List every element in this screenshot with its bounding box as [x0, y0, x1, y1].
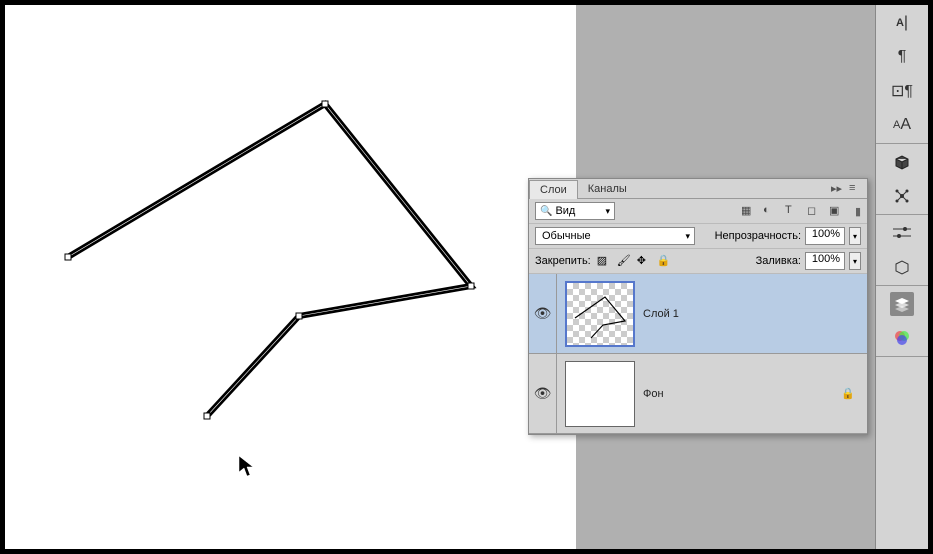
3d-panel-icon[interactable] [890, 150, 914, 174]
opacity-label: Непрозрачность: [715, 230, 801, 242]
channels-panel-icon[interactable] [890, 326, 914, 350]
adjustments-panel-icon[interactable] [890, 255, 914, 279]
layer-name[interactable]: Фон [643, 388, 841, 400]
canvas[interactable] [5, 5, 576, 549]
layer-thumbnail[interactable] [565, 281, 635, 347]
lock-label: Закрепить: [535, 255, 591, 267]
layers-panel-icon[interactable] [890, 292, 914, 316]
opacity-input[interactable]: 100% [805, 227, 845, 245]
blend-mode-value: Обычные [542, 230, 591, 242]
tab-channels[interactable]: Каналы [578, 180, 637, 198]
filter-pixel-icon[interactable]: ▦ [741, 204, 755, 218]
visibility-toggle-icon[interactable]: 👁 [534, 385, 552, 402]
pen-cursor [237, 454, 261, 478]
blend-mode-select[interactable]: Обычные [535, 227, 695, 245]
properties-panel-icon[interactable] [890, 221, 914, 245]
filter-type-icon[interactable]: T [785, 204, 799, 218]
filter-smart-icon[interactable]: ▣ [829, 204, 843, 218]
character-panel-icon[interactable]: A| [890, 11, 914, 35]
layer-filter-select[interactable]: 🔍 Вид ▾ [535, 202, 615, 220]
glyphs-panel-icon[interactable]: ⊡¶ [890, 79, 914, 103]
opacity-dropdown-icon[interactable]: ▾ [849, 227, 861, 245]
paragraph-panel-icon[interactable]: ¶ [890, 45, 914, 69]
vector-path[interactable] [5, 5, 576, 549]
3d-scene-icon[interactable] [890, 184, 914, 208]
lock-position-icon[interactable]: ✥ [637, 254, 651, 268]
lock-pixels-icon[interactable]: 🖌 [617, 254, 631, 268]
layer-row[interactable]: 👁 Фон 🔒 [529, 354, 867, 434]
tab-layers[interactable]: Слои [529, 180, 578, 199]
filter-type-label: Вид [555, 205, 575, 217]
panel-collapse-icon[interactable]: ▸▸ [831, 182, 845, 196]
layer-thumbnail[interactable] [565, 361, 635, 427]
visibility-toggle-icon[interactable]: 👁 [534, 305, 552, 322]
fill-label: Заливка: [756, 255, 801, 267]
fill-dropdown-icon[interactable]: ▾ [849, 252, 861, 270]
filter-toggle[interactable]: ▮ [855, 205, 861, 218]
fill-input[interactable]: 100% [805, 252, 845, 270]
layers-list: 👁 Слой 1 👁 Фон 🔒 [529, 274, 867, 434]
filter-shape-icon[interactable]: ◻ [807, 204, 821, 218]
filter-adjustment-icon[interactable]: ◐ [763, 204, 777, 218]
lock-indicator-icon: 🔒 [841, 387, 855, 400]
lock-all-icon[interactable]: 🔒 [657, 254, 671, 268]
search-icon: 🔍 [540, 206, 552, 217]
character-styles-icon[interactable]: AA [890, 113, 914, 137]
right-dock: A| ¶ ⊡¶ AA [875, 5, 928, 549]
layer-name[interactable]: Слой 1 [643, 308, 867, 320]
panel-menu-icon[interactable]: ≡ [849, 182, 863, 196]
layer-row[interactable]: 👁 Слой 1 [529, 274, 867, 354]
layers-panel: Слои Каналы ▸▸ ≡ 🔍 Вид ▾ ▦ ◐ T ◻ ▣ ▮ Обы… [528, 178, 868, 435]
lock-transparency-icon[interactable]: ▨ [597, 254, 611, 268]
